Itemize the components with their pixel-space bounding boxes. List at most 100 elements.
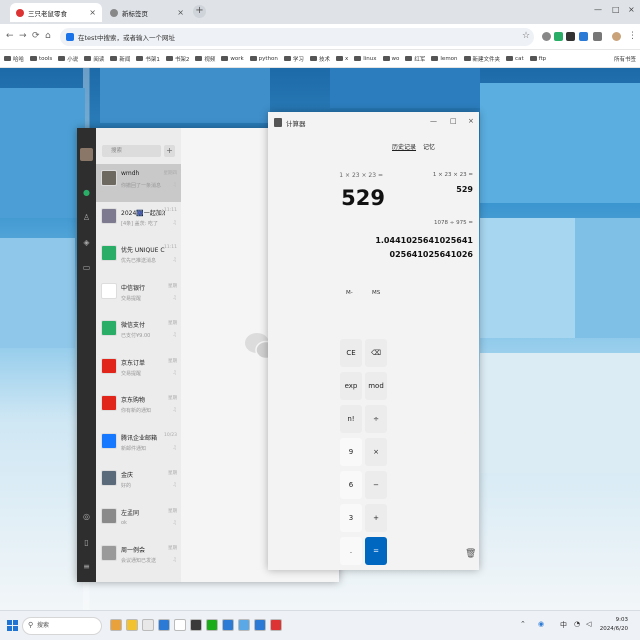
extensions-puzzle-icon[interactable] (593, 32, 602, 41)
calc-key[interactable]: mod (365, 372, 387, 400)
chat-list-item[interactable]: 中信银行 交易提醒 星期 ♫ (96, 277, 181, 315)
taskbar-app-icon[interactable] (206, 619, 218, 631)
close-tab-icon[interactable]: × (177, 8, 184, 17)
chat-icon[interactable]: ● (82, 188, 91, 197)
calc-key[interactable]: 6 (340, 471, 362, 499)
calc-key[interactable]: − (365, 471, 387, 499)
chat-list-item[interactable]: 微信支付 已支付¥9.00 星期 ♫ (96, 314, 181, 352)
bookmark-item[interactable]: 阅读 (84, 55, 104, 63)
taskbar-app-icon[interactable] (190, 619, 202, 631)
calc-key[interactable]: CE (340, 339, 362, 367)
bookmark-item[interactable]: ftp (529, 56, 546, 62)
bookmark-item[interactable]: python (249, 56, 278, 62)
contacts-icon[interactable]: ♙ (82, 213, 91, 222)
moments-icon[interactable]: ◎ (82, 512, 91, 521)
chat-list-item[interactable]: 2024🎆一起加油 [4条] 盖茨: 吃了 11:11 ♫ (96, 202, 181, 240)
star-icon[interactable]: ☆ (522, 31, 530, 41)
minimize-icon[interactable]: — (594, 5, 602, 14)
taskbar-app-icon[interactable] (142, 619, 154, 631)
chevron-up-icon[interactable]: ⌃ (520, 620, 526, 628)
search-input[interactable]: 搜索 (102, 145, 161, 157)
favorites-icon[interactable]: ◈ (82, 238, 91, 247)
taskbar-app-icon[interactable] (270, 619, 282, 631)
taskbar-app-icon[interactable] (126, 619, 138, 631)
taskbar-app-icon[interactable] (254, 619, 266, 631)
taskbar-app-icon[interactable] (158, 619, 170, 631)
bookmark-item[interactable]: 书架2 (165, 55, 189, 63)
calc-key[interactable]: × (365, 438, 387, 466)
memory-minus-button[interactable]: M- (346, 290, 353, 296)
folder-icon[interactable]: ▭ (82, 263, 91, 272)
add-chat-button[interactable]: + (164, 145, 175, 157)
chat-list-item[interactable]: 京东购物 你有新的通知 星期 ♫ (96, 389, 181, 427)
input-language[interactable]: 中 (560, 620, 567, 630)
history-result[interactable]: 1.0441025641025641025641025641026 (373, 234, 473, 262)
calc-key[interactable]: . (340, 537, 362, 565)
reload-icon[interactable]: ⟳ (32, 31, 40, 41)
back-icon[interactable]: ← (6, 31, 14, 41)
close-icon[interactable]: × (628, 5, 635, 14)
calc-key[interactable]: 3 (340, 504, 362, 532)
chat-list-item[interactable]: 金庆 好的 星期 ♫ (96, 464, 181, 502)
minimize-icon[interactable]: — (430, 117, 437, 125)
address-bar[interactable]: 在test中搜索，或者输入一个网址 (60, 28, 534, 46)
history-expression[interactable]: 1078 ÷ 975 = (434, 220, 473, 226)
calc-key[interactable]: ÷ (365, 405, 387, 433)
extension-icon[interactable] (579, 32, 588, 41)
tab-active[interactable]: 三只老鼠零食 × (10, 3, 102, 22)
home-icon[interactable]: ⌂ (45, 31, 51, 41)
bookmark-item[interactable]: 新建文件夹 (463, 55, 500, 63)
wifi-icon[interactable]: ◔ (574, 620, 580, 628)
bookmark-item[interactable]: x (335, 56, 348, 62)
taskbar-search[interactable]: 搜索 (22, 617, 102, 635)
chat-list-item[interactable]: 京东订单 交易提醒 星期 ♫ (96, 352, 181, 390)
calc-key[interactable]: ⌫ (365, 339, 387, 367)
bookmark-item[interactable]: 视频 (195, 55, 215, 63)
chat-list-item[interactable]: 周一例会 会议通知已发送 星期 ♫ (96, 539, 181, 577)
menu-icon[interactable]: ⋮ (628, 31, 637, 41)
bookmark-item[interactable]: 学习 (283, 55, 304, 63)
phone-icon[interactable]: ▯ (82, 538, 91, 547)
maximize-icon[interactable]: □ (612, 5, 620, 14)
calc-key[interactable]: + (365, 504, 387, 532)
bookmark-item[interactable]: tools (30, 56, 52, 62)
maximize-icon[interactable]: □ (450, 117, 457, 125)
bookmark-item[interactable]: 书架1 (136, 55, 160, 63)
bookmark-item[interactable]: 小说 (58, 55, 78, 63)
clock[interactable]: 9:03 2024/6/20 (600, 616, 628, 634)
start-button[interactable] (7, 620, 18, 631)
tab-history[interactable]: 历史记录 (392, 142, 416, 151)
chat-list-item[interactable]: 优先 UNIQUE C… 优先已推送消息 11:11 ♫ (96, 239, 181, 277)
bookmark-item[interactable]: 技术 (309, 55, 330, 63)
history-result[interactable]: 529 (456, 185, 473, 194)
bookmark-item[interactable]: work (221, 56, 244, 62)
close-tab-icon[interactable]: × (89, 8, 96, 17)
close-icon[interactable]: × (468, 117, 474, 125)
calc-key[interactable]: 9 (340, 438, 362, 466)
taskbar-app-icon[interactable] (110, 619, 122, 631)
profile-avatar[interactable] (612, 32, 621, 41)
bookmark-item[interactable]: lemon (431, 56, 458, 62)
settings-menu-icon[interactable]: ≡ (82, 562, 91, 571)
tab-new[interactable]: 新标签页 × (104, 3, 190, 22)
forward-icon[interactable]: → (19, 31, 27, 41)
bookmark-item[interactable]: linux (354, 56, 377, 62)
all-bookmarks[interactable]: 所有书签 (614, 55, 636, 63)
extension-icon[interactable] (566, 32, 575, 41)
taskbar-app-icon[interactable] (174, 619, 186, 631)
bookmark-item[interactable]: 哈哈 (4, 55, 24, 63)
volume-icon[interactable]: ◁ (586, 620, 591, 628)
bookmark-item[interactable]: 新闻 (110, 55, 130, 63)
delete-history-icon[interactable]: 🗑 (465, 549, 476, 559)
chat-list-item[interactable]: 腾讯企业邮箱 新邮件通知 10/23 ♫ (96, 427, 181, 465)
taskbar-app-icon[interactable] (222, 619, 234, 631)
bookmark-item[interactable]: cat (506, 56, 524, 62)
history-expression[interactable]: 1 × 23 × 23 = (433, 172, 473, 178)
calc-key[interactable]: n! (340, 405, 362, 433)
extension-icon[interactable] (542, 32, 551, 41)
new-tab-button[interactable]: + (193, 5, 206, 18)
calc-key[interactable]: exp (340, 372, 362, 400)
bookmark-item[interactable]: wo (382, 56, 399, 62)
extension-icon[interactable] (554, 32, 563, 41)
calc-key[interactable]: = (365, 537, 387, 565)
